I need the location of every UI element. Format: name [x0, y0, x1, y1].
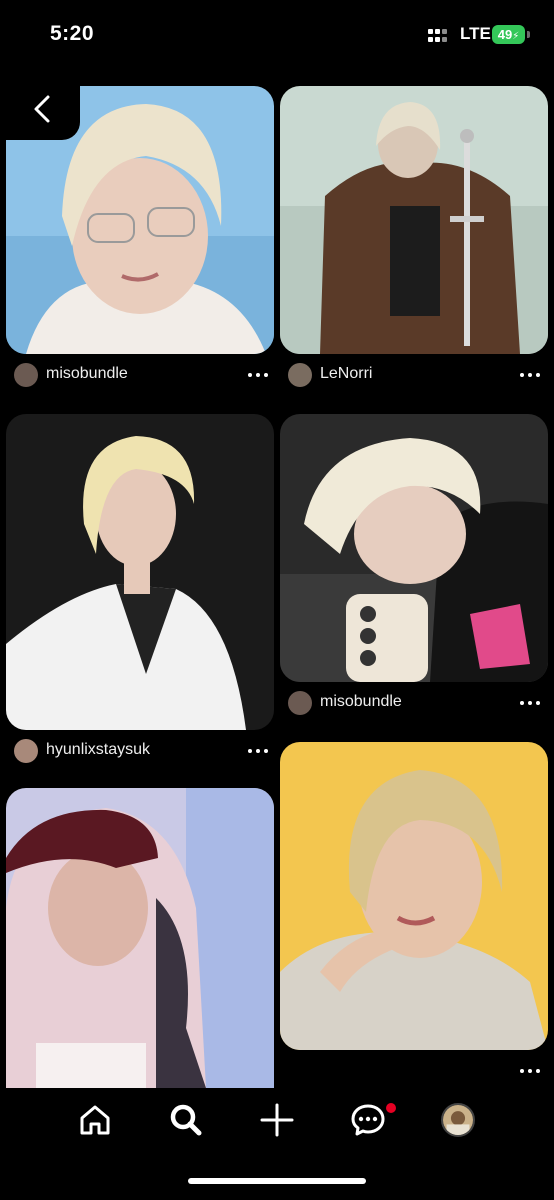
pin-image[interactable]	[280, 742, 548, 1050]
battery-tip	[527, 31, 530, 38]
pin-image[interactable]	[280, 414, 548, 682]
user-avatar[interactable]	[14, 363, 38, 387]
home-indicator	[188, 1178, 366, 1184]
pin-image[interactable]	[6, 788, 274, 1088]
pin-photo	[6, 788, 274, 1088]
pin-meta: hyunlixstaysuk	[14, 738, 272, 768]
nav-messages-button[interactable]	[350, 1102, 386, 1138]
pin-username[interactable]: misobundle	[320, 693, 402, 711]
pin-meta: misobundle	[288, 690, 546, 720]
home-icon	[80, 1105, 110, 1135]
profile-photo	[443, 1105, 473, 1135]
pin-image[interactable]	[6, 414, 274, 730]
pin-meta: LeNorri	[288, 362, 546, 392]
search-icon	[170, 1104, 202, 1136]
network-label: LTE	[460, 24, 491, 43]
battery-icon: 49⚡	[492, 25, 525, 44]
user-avatar[interactable]	[14, 739, 38, 763]
pin-meta	[288, 1058, 546, 1088]
pin-meta: misobundle	[14, 362, 272, 392]
more-options-icon[interactable]	[518, 1058, 542, 1082]
chevron-left-icon	[34, 95, 50, 123]
pin-username[interactable]: LeNorri	[320, 365, 372, 383]
nav-create-button[interactable]	[259, 1102, 295, 1138]
pin-image[interactable]	[280, 86, 548, 354]
notification-dot	[386, 1103, 396, 1113]
signal-icon	[428, 29, 454, 43]
battery-level: 49	[497, 27, 513, 42]
nav-search-button[interactable]	[168, 1102, 204, 1138]
back-button[interactable]	[6, 84, 80, 140]
more-options-icon[interactable]	[246, 738, 270, 762]
pin-photo	[6, 414, 274, 730]
pin-username[interactable]: misobundle	[46, 365, 128, 383]
pin-photo	[280, 742, 548, 1050]
more-options-icon[interactable]	[518, 362, 542, 386]
status-time: 5:20	[50, 22, 95, 45]
profile-avatar[interactable]	[441, 1103, 475, 1137]
pin-photo	[280, 414, 548, 682]
more-options-icon[interactable]	[518, 690, 542, 714]
chat-bubble-icon	[351, 1104, 385, 1136]
nav-home-button[interactable]	[77, 1102, 113, 1138]
user-avatar[interactable]	[288, 363, 312, 387]
plus-icon	[260, 1103, 294, 1137]
status-bar: 5:20 LTE 49⚡	[0, 0, 554, 70]
more-options-icon[interactable]	[246, 362, 270, 386]
pin-photo	[280, 86, 548, 354]
user-avatar[interactable]	[288, 691, 312, 715]
pin-username[interactable]: hyunlixstaysuk	[46, 741, 150, 759]
